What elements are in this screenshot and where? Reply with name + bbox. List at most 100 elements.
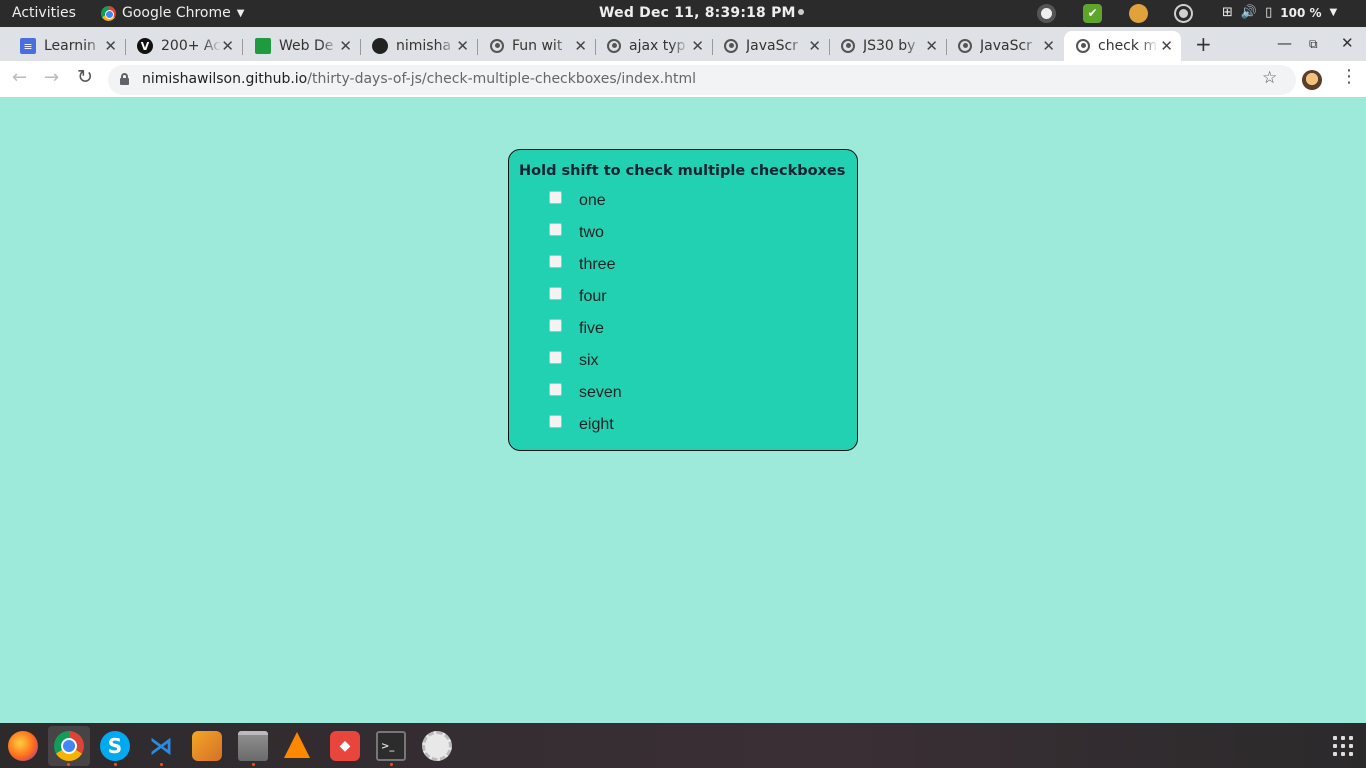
tab[interactable]: ≡ Learnin ✕ [8,31,126,61]
list-item: eight [549,412,849,444]
checkbox[interactable] [549,255,562,268]
checkbox-label: six [579,352,599,369]
clock-label: Wed Dec 11, 8:39:18 PM [599,5,796,21]
fish-tray-icon[interactable] [1129,4,1148,23]
network-icon: ⊞ [1222,5,1233,20]
lock-icon[interactable] [120,73,129,85]
list-item: five [549,316,849,348]
close-tab-icon[interactable]: ✕ [221,37,234,55]
minimize-icon[interactable]: — [1277,34,1292,52]
checkbox-label: one [579,192,606,209]
app-menu-label: Google Chrome [122,5,231,21]
files-icon[interactable] [238,731,268,761]
checkbox-panel: Hold shift to check multiple checkboxes … [508,149,858,451]
reload-icon[interactable]: ↻ [77,66,93,88]
close-tab-icon[interactable]: ✕ [1160,37,1173,55]
tab-active[interactable]: check m ✕ [1064,31,1181,61]
checkbox-label: two [579,224,604,241]
url-text[interactable]: nimishawilson.github.io/thirty-days-of-j… [142,71,696,87]
close-tab-icon[interactable]: ✕ [925,37,938,55]
list-item: four [549,284,849,316]
close-tab-icon[interactable]: ✕ [1042,37,1055,55]
list-item: seven [549,380,849,412]
tab-title: nimisha [396,38,452,54]
running-indicator [390,763,393,766]
app-menu[interactable]: Google Chrome ▼ [101,5,244,21]
caret-down-icon: ▼ [236,7,245,19]
list-item: three [549,252,849,284]
terminal-icon[interactable]: >_ [376,731,406,761]
browser-toolbar: ← → ↻ nimishawilson.github.io/thirty-day… [0,61,1366,98]
gnome-top-bar: Activities Google Chrome ▼ Wed Dec 11, 8… [0,0,1366,27]
checkbox[interactable] [549,191,562,204]
ubuntu-dock: S ⋊ ◆ >_ [0,723,1366,768]
tab[interactable]: JavaScr ✕ [946,31,1063,61]
tab-title: ajax typ [629,38,686,54]
sync-tray-icon[interactable] [1176,6,1191,21]
close-tab-icon[interactable]: ✕ [691,37,704,55]
checkbox[interactable] [549,415,562,428]
forward-arrow-icon[interactable]: → [44,67,59,88]
globe-icon [1076,39,1090,53]
tab[interactable]: ajax typ ✕ [595,31,713,61]
record-tray-icon[interactable] [1037,4,1056,23]
globe-icon [607,39,621,53]
tab-title: JS30 by [863,38,916,54]
checkbox-label: seven [579,384,622,401]
tab-title: JavaScr [746,38,798,54]
checkbox-label: four [579,288,607,305]
checkbox[interactable] [549,383,562,396]
settings-icon[interactable] [422,731,452,761]
list-item: six [549,348,849,380]
close-tab-icon[interactable]: ✕ [808,37,821,55]
close-tab-icon[interactable]: ✕ [339,37,352,55]
vscode-icon[interactable]: ⋊ [146,731,176,761]
panel-title: Hold shift to check multiple checkboxes [519,163,846,179]
google-docs-icon: ≡ [20,38,36,54]
chrome-icon [101,5,116,21]
volume-icon: 🔊 [1240,5,1258,20]
skype-icon[interactable]: S [100,731,130,761]
tab-title: Web De [279,38,334,54]
running-indicator [67,763,70,766]
globe-icon [724,39,738,53]
tab-title: Learnin [44,38,96,54]
tab[interactable]: V 200+ Ac ✕ [125,31,243,61]
profile-avatar[interactable] [1302,70,1322,90]
checkbox[interactable] [549,319,562,332]
bookmark-star-icon[interactable]: ☆ [1262,68,1277,88]
checkbox[interactable] [549,287,562,300]
address-bar[interactable]: nimishawilson.github.io/thirty-days-of-j… [108,65,1296,95]
git-client-icon[interactable]: ◆ [330,731,360,761]
firefox-icon[interactable] [8,731,38,761]
more-menu-icon[interactable]: ⋮ [1340,66,1358,87]
chrome-icon[interactable] [54,731,84,761]
close-tab-icon[interactable]: ✕ [456,37,469,55]
tab[interactable]: JS30 by ✕ [829,31,947,61]
tab[interactable]: JavaScr ✕ [712,31,830,61]
checkbox[interactable] [549,223,562,236]
system-menu[interactable]: ⊞ 🔊 ▯ 100 % ▼ [1222,5,1337,20]
clock[interactable]: Wed Dec 11, 8:39:18 PM [599,5,804,21]
checkbox[interactable] [549,351,562,364]
notification-dot-icon [797,9,804,15]
running-indicator [114,763,117,766]
checkbox-label: three [579,256,616,273]
check-tray-icon[interactable]: ✔ [1083,4,1102,23]
url-path: /thirty-days-of-js/check-multiple-checkb… [307,71,696,87]
show-applications-icon[interactable] [1333,736,1353,756]
activities-button[interactable]: Activities [12,5,76,21]
blender-icon[interactable] [192,731,222,761]
close-tab-icon[interactable]: ✕ [104,37,117,55]
list-item: one [549,188,849,220]
tab[interactable]: Web De ✕ [243,31,361,61]
trello-icon [255,38,271,54]
tab[interactable]: Fun wit ✕ [478,31,596,61]
tab[interactable]: nimisha ✕ [360,31,478,61]
restore-icon[interactable]: ⧉ [1309,37,1318,52]
new-tab-icon[interactable]: + [1195,32,1212,56]
close-window-icon[interactable]: ✕ [1341,34,1354,52]
close-tab-icon[interactable]: ✕ [574,37,587,55]
back-arrow-icon[interactable]: ← [12,67,27,88]
vlc-icon[interactable] [284,732,310,758]
